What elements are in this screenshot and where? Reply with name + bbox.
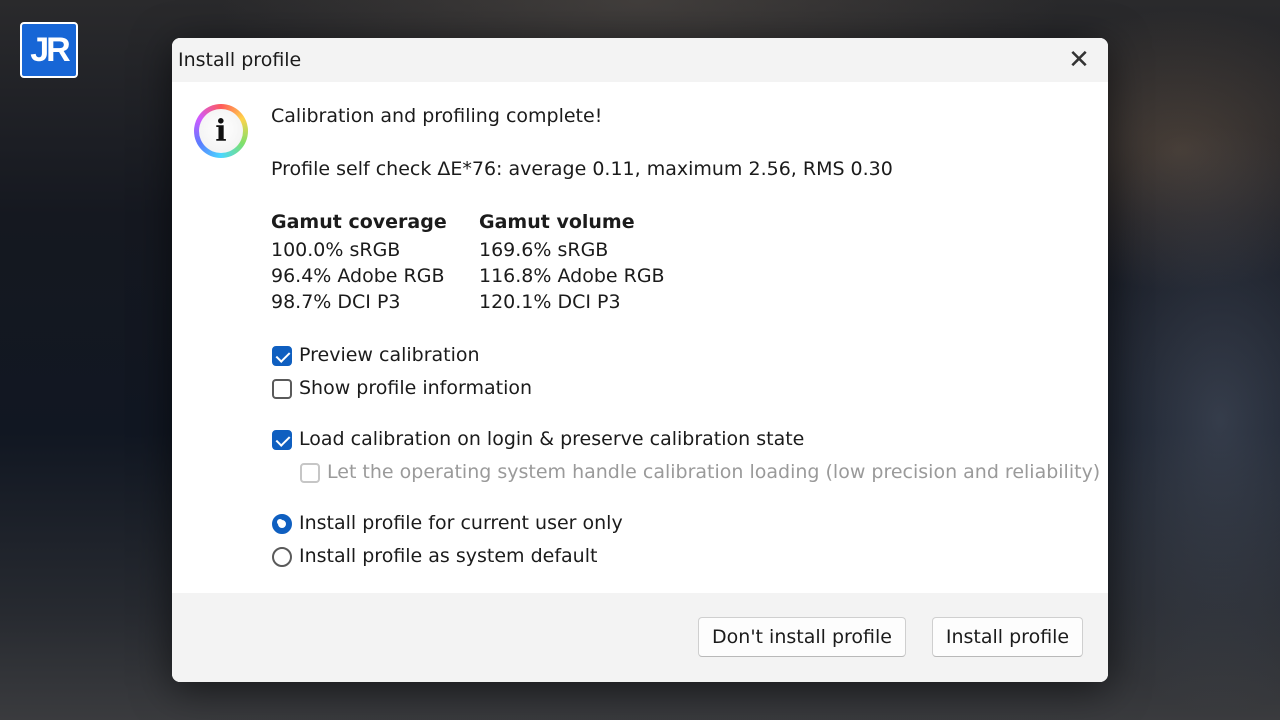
title-bar: Install profile ✕ <box>172 38 1108 82</box>
gamut-volume-value: 120.1% DCI P3 <box>479 291 621 313</box>
install-current-user-radio[interactable] <box>272 514 292 534</box>
load-calibration-label[interactable]: Load calibration on login & preserve cal… <box>299 428 804 450</box>
dialog-title: Install profile <box>178 49 302 71</box>
install-profile-dialog: Install profile ✕ i Calibration and prof… <box>172 38 1108 682</box>
os-calibration-loading-checkbox <box>300 463 320 483</box>
gamut-coverage-header: Gamut coverage <box>271 211 447 233</box>
jr-logo: JR <box>20 22 78 78</box>
gamut-coverage-value: 98.7% DCI P3 <box>271 291 401 313</box>
preview-calibration-checkbox[interactable] <box>272 346 292 366</box>
install-system-default-label[interactable]: Install profile as system default <box>299 545 597 567</box>
os-calibration-loading-label: Let the operating system handle calibrat… <box>327 461 1101 483</box>
dont-install-profile-button[interactable]: Don't install profile <box>698 617 906 657</box>
info-icon: i <box>194 104 248 158</box>
completion-heading: Calibration and profiling complete! <box>271 105 603 127</box>
preview-calibration-label[interactable]: Preview calibration <box>299 344 480 366</box>
install-profile-button[interactable]: Install profile <box>932 617 1083 657</box>
gamut-volume-header: Gamut volume <box>479 211 635 233</box>
gamut-coverage-value: 100.0% sRGB <box>271 239 401 261</box>
show-profile-info-label[interactable]: Show profile information <box>299 377 532 399</box>
close-icon[interactable]: ✕ <box>1064 46 1094 74</box>
dialog-footer: Don't install profile Install profile <box>172 593 1108 682</box>
install-current-user-label[interactable]: Install profile for current user only <box>299 512 623 534</box>
gamut-coverage-value: 96.4% Adobe RGB <box>271 265 445 287</box>
self-check-text: Profile self check ΔE*76: average 0.11, … <box>271 158 893 180</box>
install-system-default-radio[interactable] <box>272 547 292 567</box>
gamut-volume-value: 169.6% sRGB <box>479 239 609 261</box>
load-calibration-checkbox[interactable] <box>272 430 292 450</box>
show-profile-info-checkbox[interactable] <box>272 379 292 399</box>
gamut-volume-value: 116.8% Adobe RGB <box>479 265 665 287</box>
